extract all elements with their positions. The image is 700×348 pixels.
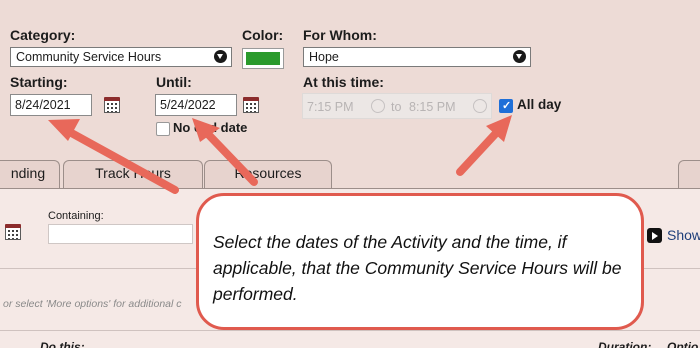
arrow-to-until (202, 128, 258, 186)
arrow-to-starting (62, 126, 179, 194)
annotation-arrows (48, 115, 512, 194)
arrow-to-time (456, 127, 502, 176)
